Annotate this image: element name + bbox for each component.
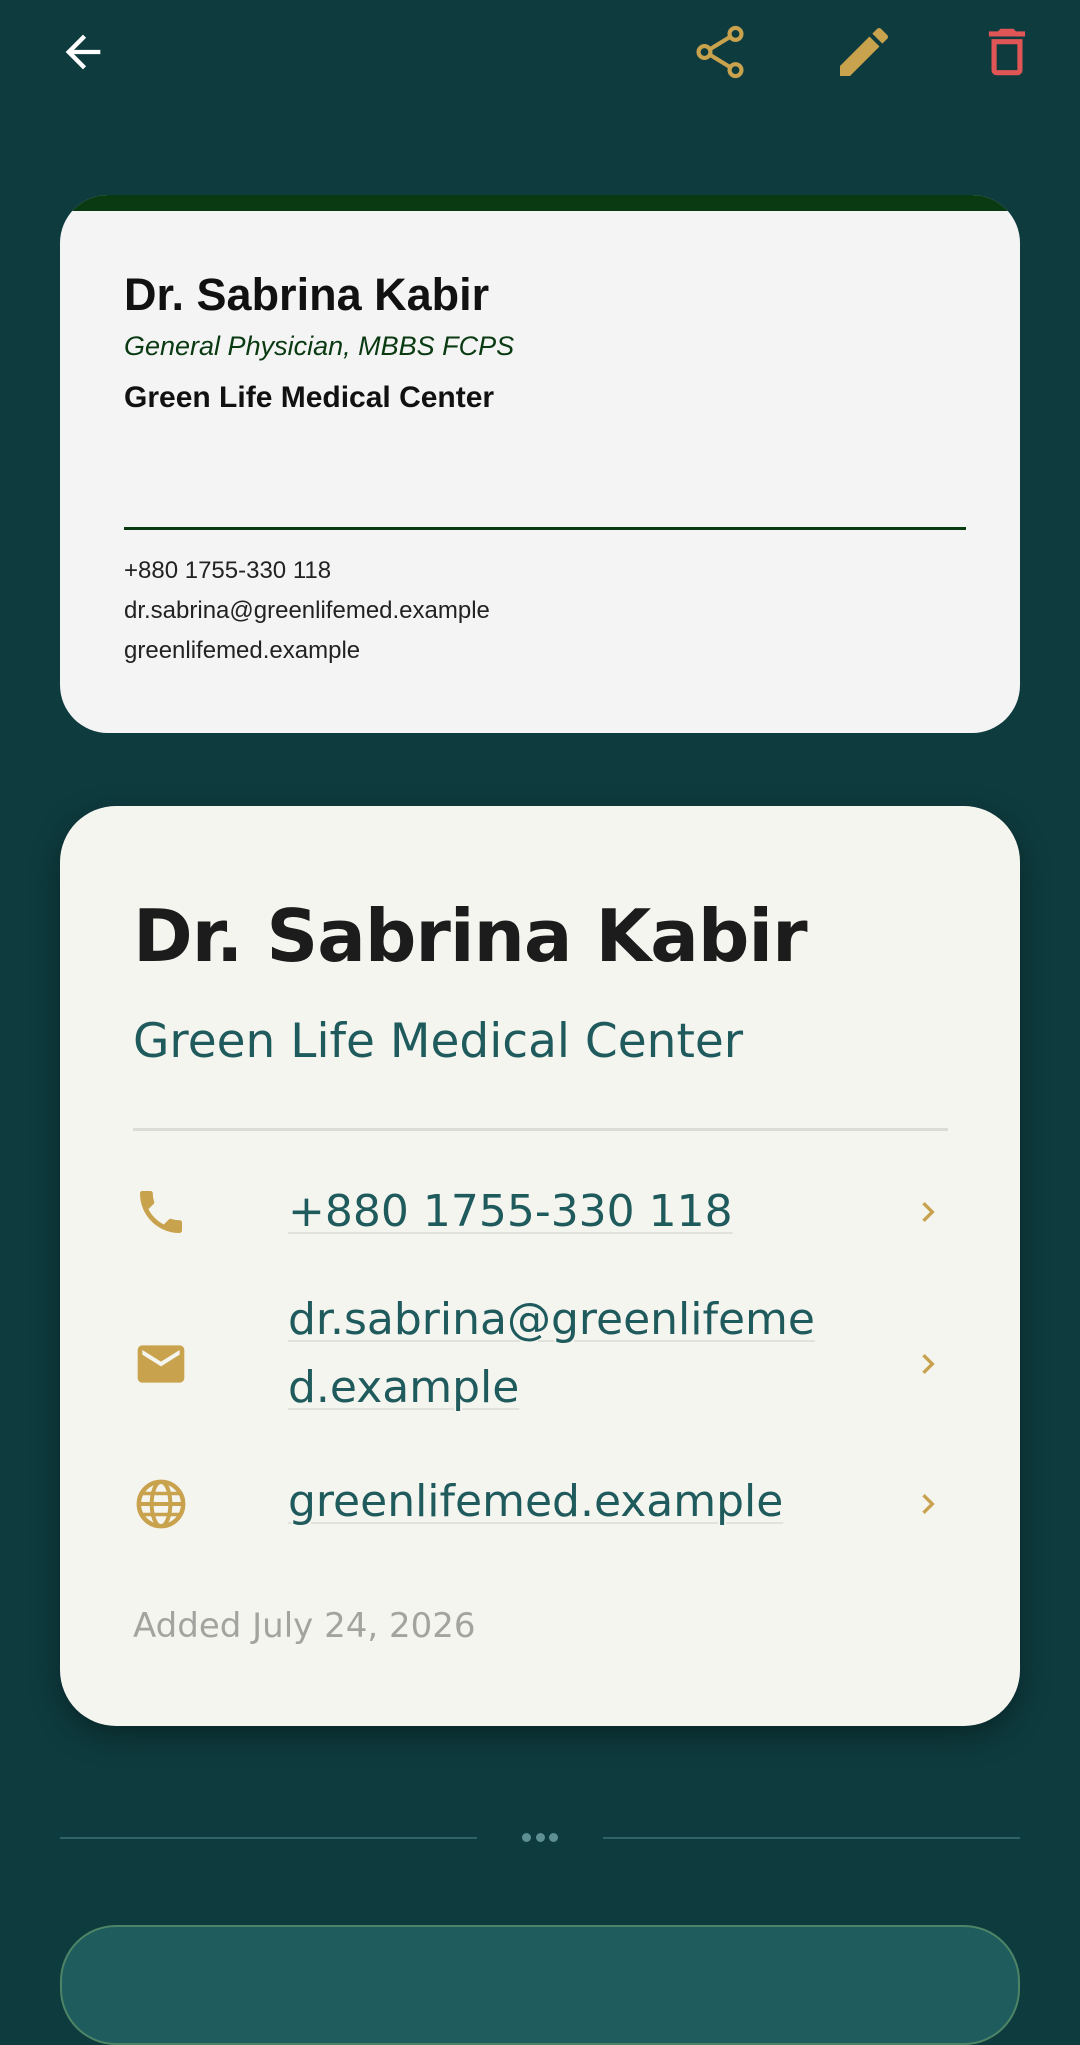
bottom-card[interactable] — [60, 1925, 1020, 2045]
edit-button[interactable] — [828, 16, 900, 88]
business-card-preview[interactable]: Dr. Sabrina Kabir General Physician, MBB… — [60, 195, 1020, 733]
phone-icon — [133, 1184, 189, 1240]
email-row[interactable]: dr.sabrina@greenlifemed.example — [133, 1286, 948, 1436]
globe-icon — [133, 1476, 189, 1532]
trash-icon — [988, 28, 1026, 76]
card-name: Dr. Sabrina Kabir — [124, 269, 490, 320]
card-organization: Green Life Medical Center — [124, 381, 495, 414]
details-divider — [133, 1128, 948, 1131]
card-top-band — [60, 195, 1020, 211]
phone-value: +880 1755-330 118 — [288, 1186, 733, 1237]
card-website: greenlifemed.example — [124, 637, 361, 664]
contact-name: Dr. Sabrina Kabir — [133, 894, 808, 978]
chevron-right-icon — [908, 1484, 948, 1524]
chevron-right-icon — [908, 1344, 948, 1384]
card-email: dr.sabrina@greenlifemed.example — [124, 597, 490, 624]
card-divider — [124, 527, 966, 530]
email-value: dr.sabrina@greenlifemed.example — [288, 1294, 815, 1413]
contact-details-card: Dr. Sabrina Kabir Green Life Medical Cen… — [60, 806, 1020, 1726]
pencil-icon — [840, 27, 889, 76]
contact-organization: Green Life Medical Center — [133, 1014, 744, 1069]
top-toolbar — [0, 0, 1080, 100]
website-value: greenlifemed.example — [288, 1476, 784, 1527]
delete-button[interactable] — [971, 16, 1043, 88]
share-icon — [696, 25, 744, 79]
card-phone: +880 1755-330 118 — [124, 557, 332, 584]
arrow-left-icon — [65, 34, 101, 70]
separator-left — [60, 1837, 477, 1839]
separator-right — [603, 1837, 1020, 1839]
card-title: General Physician, MBBS FCPS — [124, 331, 515, 361]
chevron-right-icon — [908, 1192, 948, 1232]
back-button[interactable] — [47, 16, 119, 88]
added-date: Added July 24, 2026 — [133, 1606, 476, 1646]
website-row[interactable]: greenlifemed.example — [133, 1456, 948, 1556]
email-icon — [133, 1336, 189, 1392]
more-dots-icon[interactable] — [522, 1830, 558, 1844]
phone-row[interactable]: +880 1755-330 118 — [133, 1166, 948, 1266]
share-button[interactable] — [684, 16, 756, 88]
